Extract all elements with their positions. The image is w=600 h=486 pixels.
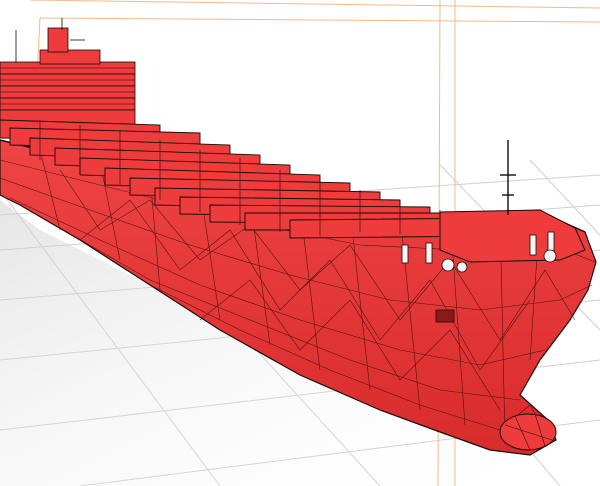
bow-forecastle xyxy=(439,209,586,263)
3d-viewport[interactable] xyxy=(0,0,600,486)
anchor-pocket xyxy=(435,309,455,323)
bulbous-bow xyxy=(499,413,557,451)
viewport-canvas xyxy=(0,0,600,486)
bridge-superstructure xyxy=(0,18,136,131)
bow-mast xyxy=(500,140,516,215)
